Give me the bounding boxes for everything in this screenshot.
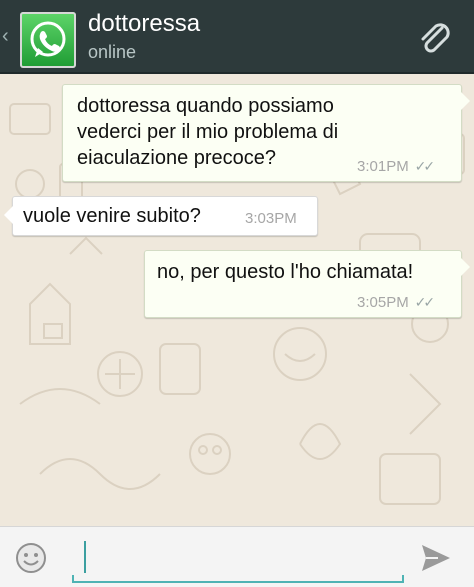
message-time: 3:01PM — [357, 158, 409, 175]
chevron-left-icon[interactable]: ‹ — [2, 26, 14, 46]
double-check-icon: ✓✓ — [412, 294, 436, 310]
message-list[interactable]: dottoressa quando possiamo vederci per i… — [0, 74, 474, 526]
composer-bar — [0, 526, 474, 587]
bubble-tail — [461, 92, 470, 110]
whatsapp-logo-icon — [30, 21, 66, 57]
message-text: vuole venire subito? — [23, 205, 201, 227]
paperclip-icon[interactable] — [414, 18, 454, 58]
message-input[interactable] — [72, 539, 410, 579]
contact-status: online — [88, 42, 137, 62]
contact-name[interactable]: dottoressa — [88, 10, 200, 38]
double-check-icon: ✓✓ — [412, 158, 436, 174]
message-meta: 3:01PM ✓✓ — [357, 157, 436, 176]
send-arrow-icon[interactable] — [420, 543, 452, 573]
contact-avatar[interactable] — [20, 12, 76, 68]
message-meta: 3:05PM ✓✓ — [357, 293, 436, 312]
message-bubble-outgoing[interactable]: dottoressa quando possiamo vederci per i… — [62, 84, 462, 182]
text-caret — [84, 541, 86, 573]
message-text: no, per questo l'ho chiamata! — [157, 261, 414, 283]
message-time: 3:03PM — [245, 210, 297, 227]
message-bubble-outgoing[interactable]: no, per questo l'ho chiamata! 3:05PM ✓✓ — [144, 250, 462, 318]
bubble-tail — [461, 258, 470, 276]
message-bubble-incoming[interactable]: vuole venire subito? 3:03PM — [12, 196, 318, 236]
bubble-tail — [4, 206, 13, 224]
input-underline — [72, 575, 404, 583]
message-time: 3:05PM — [357, 294, 409, 311]
smiley-icon[interactable] — [14, 541, 48, 575]
chat-header: ‹ dottoressa online — [0, 0, 474, 74]
